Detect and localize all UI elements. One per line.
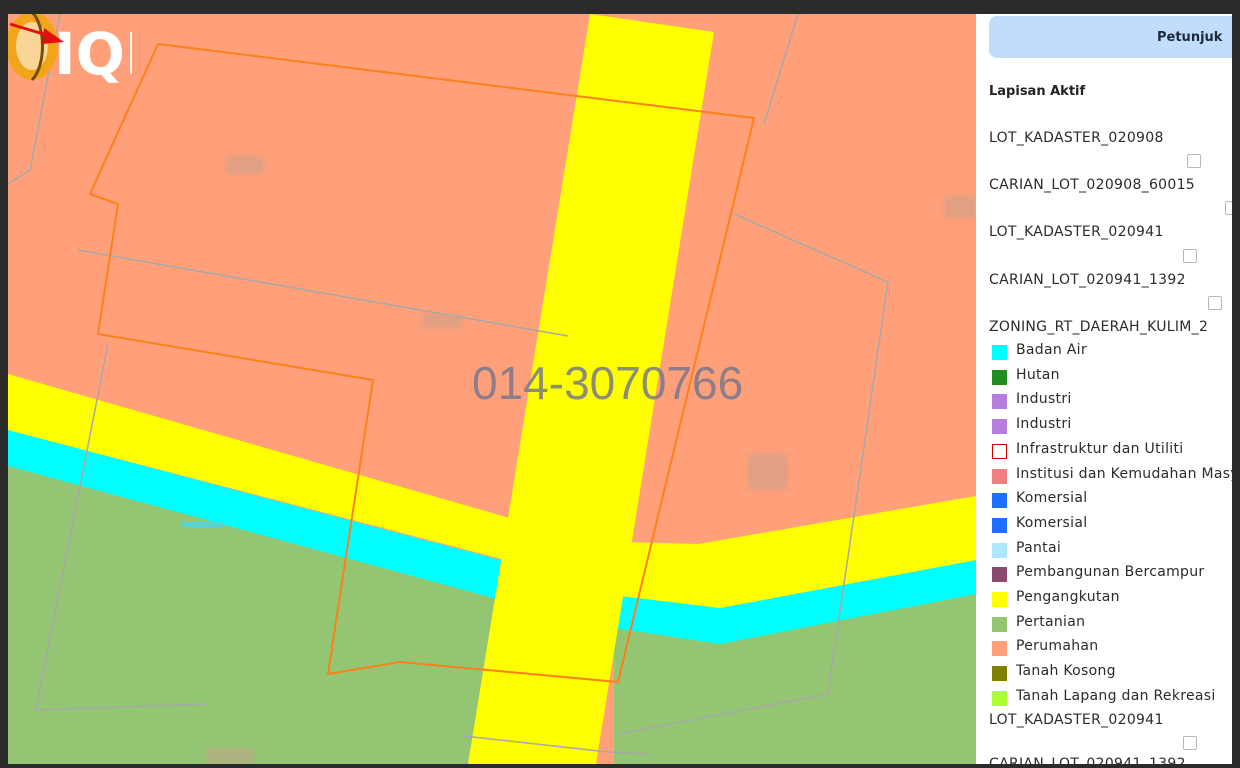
legend-swatch [992,345,1007,360]
legend-swatch [992,567,1007,583]
legend-label: Pantai [1016,539,1062,556]
legend-swatch [992,369,1007,385]
blurred-label [206,748,254,764]
legend-label: Pengangkutan [1016,589,1120,605]
legend-swatch [992,641,1007,657]
legend-swatch [992,616,1007,632]
small-water-mark [182,522,224,527]
legend-label: Tanah Lapang dan Rekreasi [1016,687,1216,704]
layer-panel: Petunjuk Lapisan Aktif LOT_KADASTER_0209… [976,14,1232,764]
layer-checkbox[interactable] [1183,249,1197,263]
legend-label: Tanah Kosong [1016,663,1116,680]
layer-name: LOT_KADASTER_020941 [989,224,1164,240]
layer-name: ZONING_RT_DAERAH_KULIM_2 [989,319,1209,335]
legend-swatch [992,666,1007,682]
legend-label: Infrastruktur dan Utiliti [1016,440,1184,457]
legend-swatch [992,419,1007,435]
layer-checkbox[interactable] [1187,154,1201,168]
help-button[interactable]: Petunjuk [989,16,1232,58]
map-canvas[interactable]: 014-3070766 IQI [8,14,976,764]
phone-watermark: 014-3070766 [472,357,744,409]
legend-label: Perumahan [1016,638,1099,655]
legend-label: Hutan [1016,366,1060,383]
layer-name: LOT_KADASTER_020941 [989,712,1164,728]
legend-swatch [992,592,1007,607]
legend-label: Komersial [1016,490,1088,507]
legend-swatch [992,690,1007,706]
legend-label: Komersial [1016,514,1088,531]
blurred-label [422,314,462,328]
legend-label: Industri [1016,391,1072,408]
map-frame: 014-3070766 IQI Petunjuk Lapisan Aktif L… [8,14,1232,764]
legend-label: Institusi dan Kemudahan Masyarakat [1016,465,1232,482]
legend-swatch [992,542,1007,558]
legend-label: Industri [1016,416,1072,433]
layer-name: LOT_KADASTER_020908 [989,130,1164,146]
legend-swatch [992,517,1007,533]
legend-swatch [992,394,1007,410]
layer-checkbox[interactable] [1208,296,1222,310]
layer-name: CARIAN_LOT_020941_1392 [989,756,1186,764]
active-layers-title: Lapisan Aktif [989,84,1086,99]
legend-swatch [992,443,1007,459]
legend-label: Pertanian [1016,613,1086,630]
layer-checkbox[interactable] [1183,736,1197,750]
blurred-label [748,454,788,490]
blurred-label [944,196,976,218]
legend-swatch [992,493,1007,509]
red-arrow-icon [9,22,64,44]
blurred-label [226,156,264,174]
legend-label: Badan Air [1016,342,1087,358]
layer-name: CARIAN_LOT_020941_1392 [989,272,1186,288]
layer-name: CARIAN_LOT_020908_60015 [989,177,1196,193]
legend-swatch [992,468,1007,484]
legend-label: Pembangunan Bercampur [1016,564,1205,581]
layer-checkbox[interactable] [1225,201,1232,215]
